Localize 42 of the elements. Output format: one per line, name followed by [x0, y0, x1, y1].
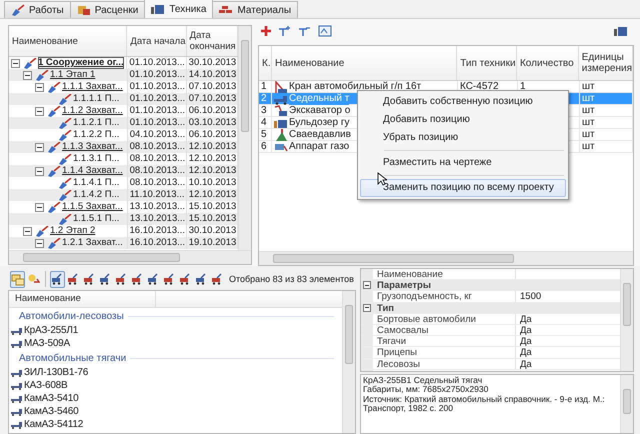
description-text: Транспорт, 1982 с. 200: [363, 404, 454, 414]
table-cell: 01.10.2013...: [128, 93, 187, 105]
table-cell: шт: [580, 141, 633, 152]
table-cell: 11.10.2013...: [128, 189, 187, 201]
table-cell: Сваевдавлив: [289, 128, 351, 140]
group-header: Автомобильные тягачи: [19, 352, 126, 364]
table-cell: 2: [259, 93, 272, 104]
group-header: Автомобили-лесовозы: [19, 310, 124, 322]
table-cell: 3: [259, 105, 272, 116]
property-name: Лесовозы: [373, 358, 516, 369]
table-cell: 4: [259, 117, 272, 128]
table-cell: Бульдозер гу: [289, 116, 350, 128]
status-text: Отобрано 83 из 83 элементов: [229, 274, 354, 284]
table-cell: 5: [259, 129, 272, 140]
property-name: Прицепы: [373, 347, 516, 358]
description-text: Габариты, мм: 7685x2750x2930: [363, 385, 490, 395]
table-cell: 08.10.2013...: [128, 165, 187, 177]
property-name: Грузоподъемность, кг: [373, 291, 516, 302]
table-cell: шт: [580, 105, 633, 116]
table-cell: Экскаватор о: [289, 104, 350, 116]
category-header: Параметры: [376, 280, 432, 290]
property-name: Наименование: [373, 269, 516, 280]
table-cell: Аппарат газо: [289, 140, 350, 152]
table-cell: 16.10.2013...: [128, 237, 187, 249]
table-cell: 08.10.2013...: [128, 141, 187, 153]
table-cell: шт: [580, 117, 633, 128]
table-cell: Седельный т: [289, 92, 350, 104]
table-cell: шт: [580, 81, 633, 92]
category-header: Тип: [376, 302, 396, 313]
table-cell: шт: [580, 93, 633, 104]
property-name: Тягачи: [373, 336, 516, 346]
table-cell: 13.10.2013...: [128, 213, 187, 225]
description-text: КрАЗ-255В1 Седельный тягач: [363, 376, 484, 386]
table-cell: шт: [580, 129, 633, 140]
property-name: Бортовые автомобили: [373, 314, 516, 324]
table-cell: 6: [259, 141, 272, 152]
property-name: Самосвалы: [373, 324, 516, 336]
table-cell: 1: [259, 81, 272, 92]
table-cell: Кран автомобильный г/п 16т: [289, 80, 422, 92]
table-cell: 01.10.2013...: [128, 117, 187, 129]
table-cell: 01.10.2013...: [128, 69, 187, 81]
description-text: Источник: Краткий автомобильный справочник. - 9-е изд. М.:: [363, 394, 606, 404]
